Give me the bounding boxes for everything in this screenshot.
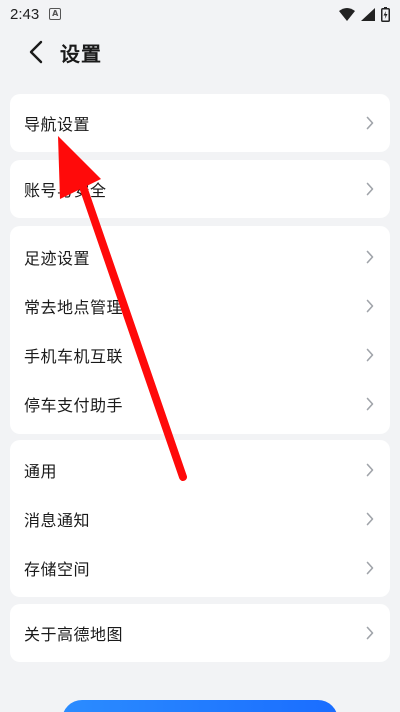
back-button[interactable] xyxy=(14,30,58,74)
chevron-right-icon xyxy=(366,626,376,640)
wifi-icon xyxy=(339,7,355,21)
settings-item-about[interactable]: 关于高德地图 xyxy=(10,604,390,662)
chevron-right-icon xyxy=(366,561,376,575)
settings-item-label: 常去地点管理 xyxy=(24,297,124,317)
settings-item-label: 消息通知 xyxy=(24,510,91,530)
chevron-right-icon xyxy=(366,116,376,130)
settings-group-general: 通用 消息通知 存储空间 xyxy=(10,440,390,597)
chevron-left-icon xyxy=(29,40,43,64)
settings-item-phone-car-link[interactable]: 手机车机互联 xyxy=(10,330,390,379)
settings-item-footprint-settings[interactable]: 足迹设置 xyxy=(10,232,390,281)
chevron-right-icon xyxy=(366,250,376,264)
settings-group-navigation: 导航设置 xyxy=(10,94,390,152)
chevron-right-icon xyxy=(366,348,376,362)
chevron-right-icon xyxy=(366,512,376,526)
settings-item-frequent-places[interactable]: 常去地点管理 xyxy=(10,281,390,330)
settings-item-storage[interactable]: 存储空间 xyxy=(10,543,390,592)
settings-group-account: 账号与安全 xyxy=(10,160,390,218)
header: 设置 xyxy=(0,30,400,74)
status-icons xyxy=(339,6,390,22)
settings-item-label: 停车支付助手 xyxy=(24,395,124,415)
chevron-right-icon xyxy=(366,182,376,196)
status-time: 2:43 xyxy=(10,5,40,23)
settings-item-label: 手机车机互联 xyxy=(24,346,124,366)
battery-charging-icon xyxy=(381,6,390,22)
settings-group-about: 关于高德地图 xyxy=(10,604,390,662)
chevron-right-icon xyxy=(366,397,376,411)
page-title: 设置 xyxy=(60,41,102,66)
primary-button[interactable] xyxy=(62,700,338,712)
status-bar: 2:43 A xyxy=(0,0,400,28)
chevron-right-icon xyxy=(366,463,376,477)
settings-item-navigation-settings[interactable]: 导航设置 xyxy=(10,94,390,152)
app-notification-icon: A xyxy=(49,8,62,20)
settings-item-general[interactable]: 通用 xyxy=(10,445,390,494)
settings-item-label: 关于高德地图 xyxy=(24,625,124,644)
settings-item-label: 账号与安全 xyxy=(24,181,107,200)
settings-item-label: 导航设置 xyxy=(24,115,91,134)
settings-item-label: 通用 xyxy=(24,461,58,481)
settings-group-features: 足迹设置 常去地点管理 手机车机互联 停车支付助手 xyxy=(10,226,390,434)
chevron-right-icon xyxy=(366,299,376,313)
settings-item-parking-payment[interactable]: 停车支付助手 xyxy=(10,379,390,428)
settings-item-label: 存储空间 xyxy=(24,559,91,579)
settings-item-label: 足迹设置 xyxy=(24,248,91,268)
settings-item-notifications[interactable]: 消息通知 xyxy=(10,494,390,543)
settings-item-account-security[interactable]: 账号与安全 xyxy=(10,160,390,218)
signal-icon xyxy=(361,7,375,21)
